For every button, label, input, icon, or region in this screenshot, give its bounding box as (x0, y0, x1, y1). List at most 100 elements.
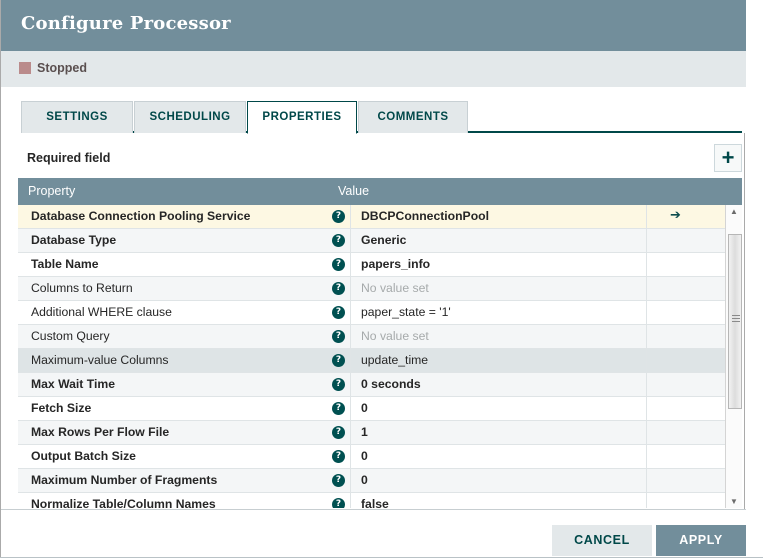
column-divider (350, 349, 351, 372)
property-value[interactable]: 0 (361, 473, 368, 487)
help-icon[interactable]: ? (332, 234, 345, 247)
property-value[interactable]: 0 (361, 449, 368, 463)
property-name: Max Wait Time (31, 377, 115, 391)
tab-properties[interactable]: PROPERTIES (247, 101, 357, 134)
column-divider (646, 493, 647, 508)
table-row[interactable]: Database Connection Pooling Service? DBCP… (18, 205, 725, 229)
column-divider (646, 325, 647, 348)
property-value[interactable]: papers_info (361, 257, 430, 271)
add-property-button[interactable]: + (714, 144, 742, 172)
help-icon[interactable]: ? (332, 282, 345, 295)
help-icon[interactable]: ? (332, 426, 345, 439)
column-divider (646, 373, 647, 396)
table-row[interactable]: Max Rows Per Flow File? 1 (18, 421, 725, 445)
property-value[interactable]: 1 (361, 425, 368, 439)
table-row[interactable]: Fetch Size? 0 (18, 397, 725, 421)
column-divider (646, 469, 647, 492)
tab-comments[interactable]: COMMENTS (358, 101, 468, 133)
column-divider (350, 277, 351, 300)
property-name: Columns to Return (31, 281, 133, 295)
property-name: Maximum-value Columns (31, 353, 169, 367)
help-icon[interactable]: ? (332, 354, 345, 367)
column-divider (350, 301, 351, 324)
table-row[interactable]: Table Name? papers_info (18, 253, 725, 277)
property-value[interactable]: No value set (361, 281, 429, 295)
property-name: Max Rows Per Flow File (31, 425, 170, 439)
status-bar (1, 51, 746, 87)
column-divider (350, 469, 351, 492)
help-icon[interactable]: ? (332, 306, 345, 319)
column-divider (646, 301, 647, 324)
column-divider (646, 205, 647, 228)
status-label: Stopped (37, 61, 87, 75)
scroll-up-arrow-icon[interactable]: ▲ (726, 205, 742, 218)
column-divider (646, 445, 647, 468)
column-divider (350, 325, 351, 348)
apply-button[interactable]: APPLY (656, 525, 746, 556)
column-divider (646, 397, 647, 420)
column-divider (350, 421, 351, 444)
help-icon[interactable]: ? (332, 210, 345, 223)
property-value[interactable]: paper_state = '1' (361, 305, 451, 319)
scroll-down-arrow-icon[interactable]: ▼ (726, 495, 742, 508)
column-divider (350, 397, 351, 420)
go-to-service-icon[interactable]: ➔ (670, 208, 681, 223)
table-row[interactable]: Database Type? Generic (18, 229, 725, 253)
property-value[interactable]: 0 (361, 401, 368, 415)
help-icon[interactable]: ? (332, 378, 345, 391)
property-value[interactable]: No value set (361, 329, 429, 343)
table-row[interactable]: Output Batch Size? 0 (18, 445, 725, 469)
property-value[interactable]: false (361, 497, 389, 508)
page-background (746, 0, 763, 558)
property-table: Property Value Database Connection Pooli… (18, 178, 742, 508)
property-table-scrollbar[interactable]: ▲ ▼ (725, 205, 742, 508)
column-divider (350, 253, 351, 276)
property-name: Additional WHERE clause (31, 305, 172, 319)
property-value[interactable]: Generic (361, 233, 406, 247)
property-name: Fetch Size (31, 401, 92, 415)
cancel-button[interactable]: CANCEL (552, 525, 652, 556)
column-divider (350, 205, 351, 228)
table-row[interactable]: Columns to Return? No value set (18, 277, 725, 301)
dialog-title: Configure Processor (21, 13, 231, 34)
column-divider (646, 253, 647, 276)
help-icon[interactable]: ? (332, 402, 345, 415)
column-header-value: Value (338, 184, 370, 198)
property-name: Normalize Table/Column Names (31, 497, 216, 508)
table-row[interactable]: Maximum-value Columns? update_time (18, 349, 725, 373)
column-divider (350, 373, 351, 396)
help-icon[interactable]: ? (332, 450, 345, 463)
property-value[interactable]: update_time (361, 353, 428, 367)
property-table-body: Database Connection Pooling Service? DBCP… (18, 205, 725, 508)
property-name: Maximum Number of Fragments (31, 473, 218, 487)
tab-settings[interactable]: SETTINGS (21, 101, 133, 133)
dialog-header: Configure Processor (1, 0, 746, 51)
column-divider (646, 421, 647, 444)
property-value[interactable]: DBCPConnectionPool (361, 209, 489, 223)
help-icon[interactable]: ? (332, 258, 345, 271)
tab-scheduling[interactable]: SCHEDULING (134, 101, 246, 133)
plus-icon: + (721, 145, 735, 170)
column-divider (350, 445, 351, 468)
help-icon[interactable]: ? (332, 498, 345, 508)
scrollbar-track[interactable] (727, 218, 742, 495)
table-row[interactable]: Maximum Number of Fragments? 0 (18, 469, 725, 493)
property-name: Database Type (31, 233, 117, 247)
column-divider (646, 229, 647, 252)
table-row[interactable]: Custom Query? No value set (18, 325, 725, 349)
property-value[interactable]: 0 seconds (361, 377, 421, 391)
property-name: Custom Query (31, 329, 110, 343)
table-row[interactable]: Max Wait Time? 0 seconds (18, 373, 725, 397)
column-header-property: Property (28, 184, 76, 198)
property-table-header: Property Value (18, 178, 742, 205)
table-row[interactable]: Additional WHERE clause? paper_state = '1… (18, 301, 725, 325)
column-divider (350, 229, 351, 252)
column-divider (646, 349, 647, 372)
stopped-status-icon (19, 62, 31, 74)
column-divider (646, 277, 647, 300)
property-name: Database Connection Pooling Service (31, 209, 251, 223)
help-icon[interactable]: ? (332, 330, 345, 343)
table-row[interactable]: Normalize Table/Column Names? false (18, 493, 725, 508)
scrollbar-thumb[interactable] (728, 234, 742, 409)
help-icon[interactable]: ? (332, 474, 345, 487)
